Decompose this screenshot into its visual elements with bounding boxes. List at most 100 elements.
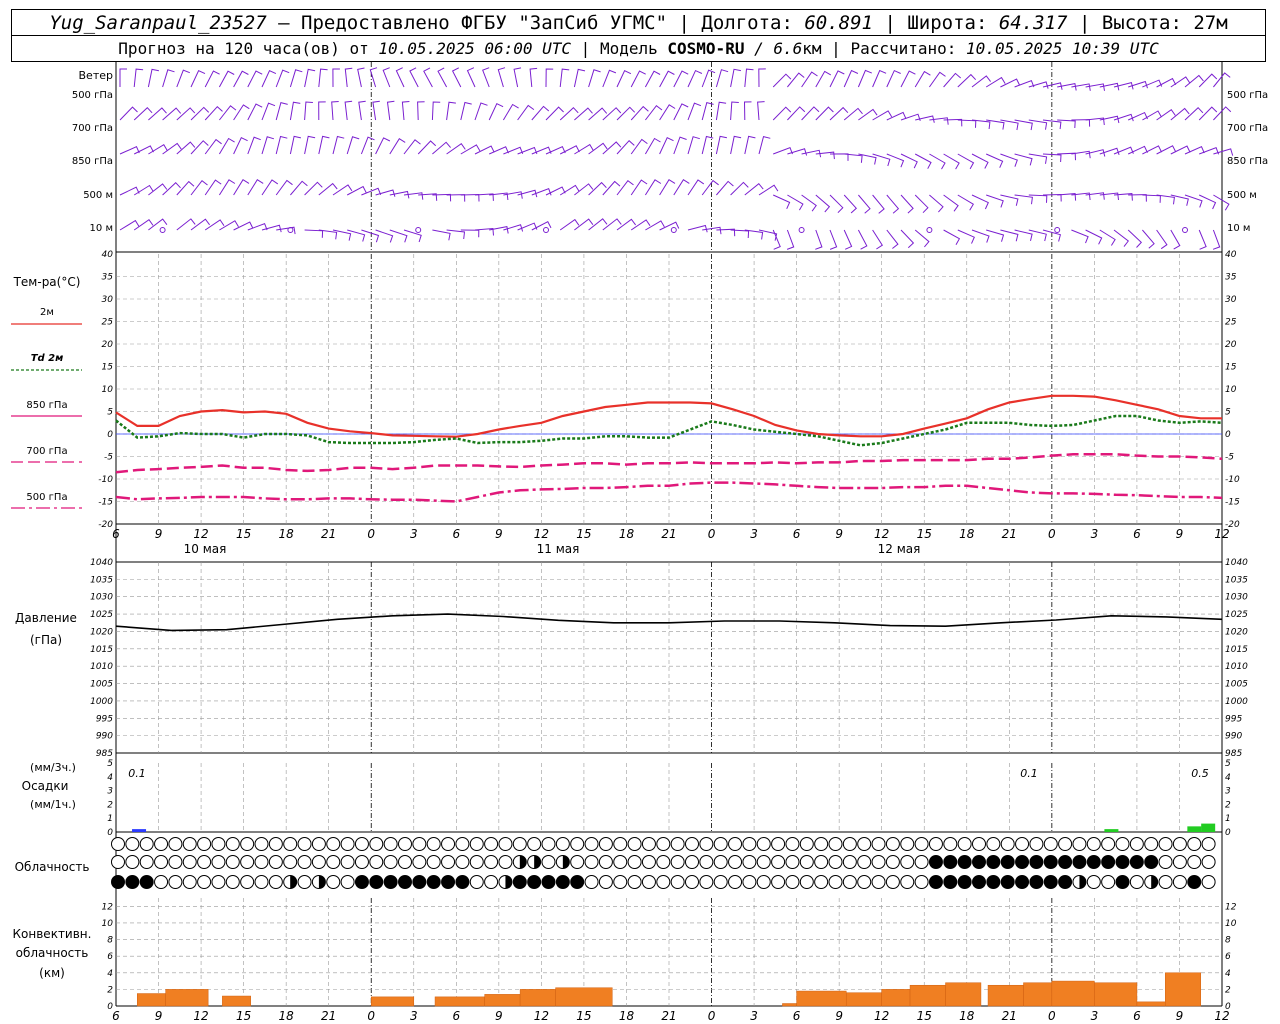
cloud-cover-icon: [742, 837, 757, 851]
wind-barb: [943, 153, 960, 170]
wind-calm: [1182, 227, 1188, 233]
cloud-cover-icon: [441, 855, 456, 869]
wind-level-500m: 500 м: [83, 190, 113, 201]
wind-barb: [630, 70, 646, 88]
wind-level-500hpa-right: 500 гПа: [1227, 90, 1268, 101]
conv-tick-right: 10: [1225, 919, 1237, 929]
cloud-cover-icon: [111, 855, 125, 869]
hour-label: 15: [236, 527, 251, 541]
wind-barb: [346, 136, 360, 155]
cloud-cover-icon: [211, 875, 226, 889]
pressure-tick-left: 1015: [90, 645, 113, 655]
cloud-cover-icon: [785, 855, 800, 869]
wind-barb: [701, 179, 719, 196]
wind-barb: [857, 69, 872, 88]
wind-barb: [275, 101, 288, 121]
cloud-cover-icon: [598, 875, 613, 889]
pressure-tick-right: 1010: [1225, 662, 1248, 672]
cloud-cover-icon: [326, 855, 341, 869]
wind-barb: [233, 137, 248, 155]
wind-barb: [815, 106, 834, 121]
cloud-cover-icon: [613, 855, 628, 869]
wind-barb: [474, 102, 488, 121]
cloud-cover-icon: [785, 875, 800, 889]
cloud-cover-icon: [340, 855, 355, 869]
hour-label: 6: [112, 527, 120, 541]
wind-barb: [758, 68, 766, 88]
wind-calm: [798, 227, 805, 233]
conv-bar: [881, 989, 911, 1007]
conv-tick-left: 6: [107, 952, 113, 962]
cloud-cover-icon: [814, 855, 829, 869]
precip-tick-left: 3: [107, 787, 113, 797]
hour-label: 0: [367, 527, 375, 541]
pressure-tick-left: 1010: [90, 662, 113, 672]
wind-barb: [1028, 81, 1049, 89]
precip-tick-right: 5: [1225, 759, 1231, 769]
wind-barb: [630, 105, 649, 121]
cloud-cover-half: [505, 875, 512, 889]
cloud-cover-half: [519, 855, 527, 869]
cloud-cover-icon: [154, 837, 169, 851]
hour-label-bottom: 18: [619, 1009, 635, 1023]
cloud-cover-icon: [354, 855, 369, 869]
cloud-cover-icon: [1072, 855, 1087, 869]
hour-label-bottom: 6: [793, 1009, 801, 1023]
wind-barb: [133, 106, 153, 121]
wind-barb: [1156, 229, 1168, 250]
hour-label: 0: [708, 527, 716, 541]
legend-td2m-label: Td 2м: [31, 353, 64, 364]
cloud-cover-icon: [240, 855, 255, 869]
cloud-cover-icon: [957, 875, 972, 889]
wind-barb: [218, 70, 235, 88]
cloud-cover-icon: [756, 875, 771, 889]
wind-barb: [1071, 83, 1091, 91]
conv-bar: [1051, 980, 1095, 1007]
wind-barb: [360, 136, 375, 155]
cloud-cover-icon: [928, 837, 943, 851]
cloud-cover-icon: [842, 875, 857, 889]
wind-barb: [545, 106, 564, 121]
precip-title: Осадки: [22, 779, 69, 793]
cloud-cover-icon: [957, 855, 972, 869]
wind-barb: [971, 153, 989, 169]
conv-bar: [165, 989, 209, 1007]
hour-label-bottom: 9: [495, 1009, 503, 1023]
wind-barb: [971, 75, 991, 88]
conv-bar: [1094, 982, 1138, 1007]
cloud-cover-icon: [1201, 875, 1216, 889]
wind-barb: [943, 72, 962, 88]
cloud-cover-icon: [527, 875, 542, 889]
wind-barb: [602, 180, 621, 196]
wind-barb: [843, 107, 863, 121]
cloud-cover-icon: [828, 855, 843, 869]
pressure-tick-right: 1030: [1225, 593, 1248, 603]
cloud-cover-icon: [297, 875, 312, 889]
cloud-cover-icon: [857, 837, 872, 851]
cloud-cover-icon: [885, 855, 900, 869]
hour-label-bottom: 6: [112, 1009, 120, 1023]
wind-barb: [375, 137, 391, 155]
wind-barb: [247, 70, 263, 88]
cloud-cover-icon: [1086, 855, 1101, 869]
wind-barb: [588, 181, 607, 196]
hour-label-bottom: 9: [835, 1009, 843, 1023]
cloud-cover-icon: [799, 855, 814, 869]
clouds-title: Облачность: [15, 860, 90, 874]
cloud-cover-icon: [469, 855, 484, 869]
conv-bar: [1023, 982, 1053, 1007]
cloud-cover-icon: [1029, 875, 1044, 889]
cloud-cover-icon: [728, 837, 743, 851]
conv-bar: [987, 984, 1024, 1007]
hour-label: 6: [452, 527, 460, 541]
wind-barb: [466, 67, 476, 88]
wind-barb: [446, 194, 466, 202]
cloud-cover-icon: [842, 855, 857, 869]
conv-tick-left: 10: [102, 919, 114, 929]
cloud-cover-icon: [168, 837, 183, 851]
hour-label: 15: [917, 527, 932, 541]
cloud-cover-icon: [1115, 837, 1130, 851]
conv-bar: [909, 984, 946, 1007]
conv-bar: [484, 994, 521, 1007]
cloud-cover-icon: [871, 875, 886, 889]
